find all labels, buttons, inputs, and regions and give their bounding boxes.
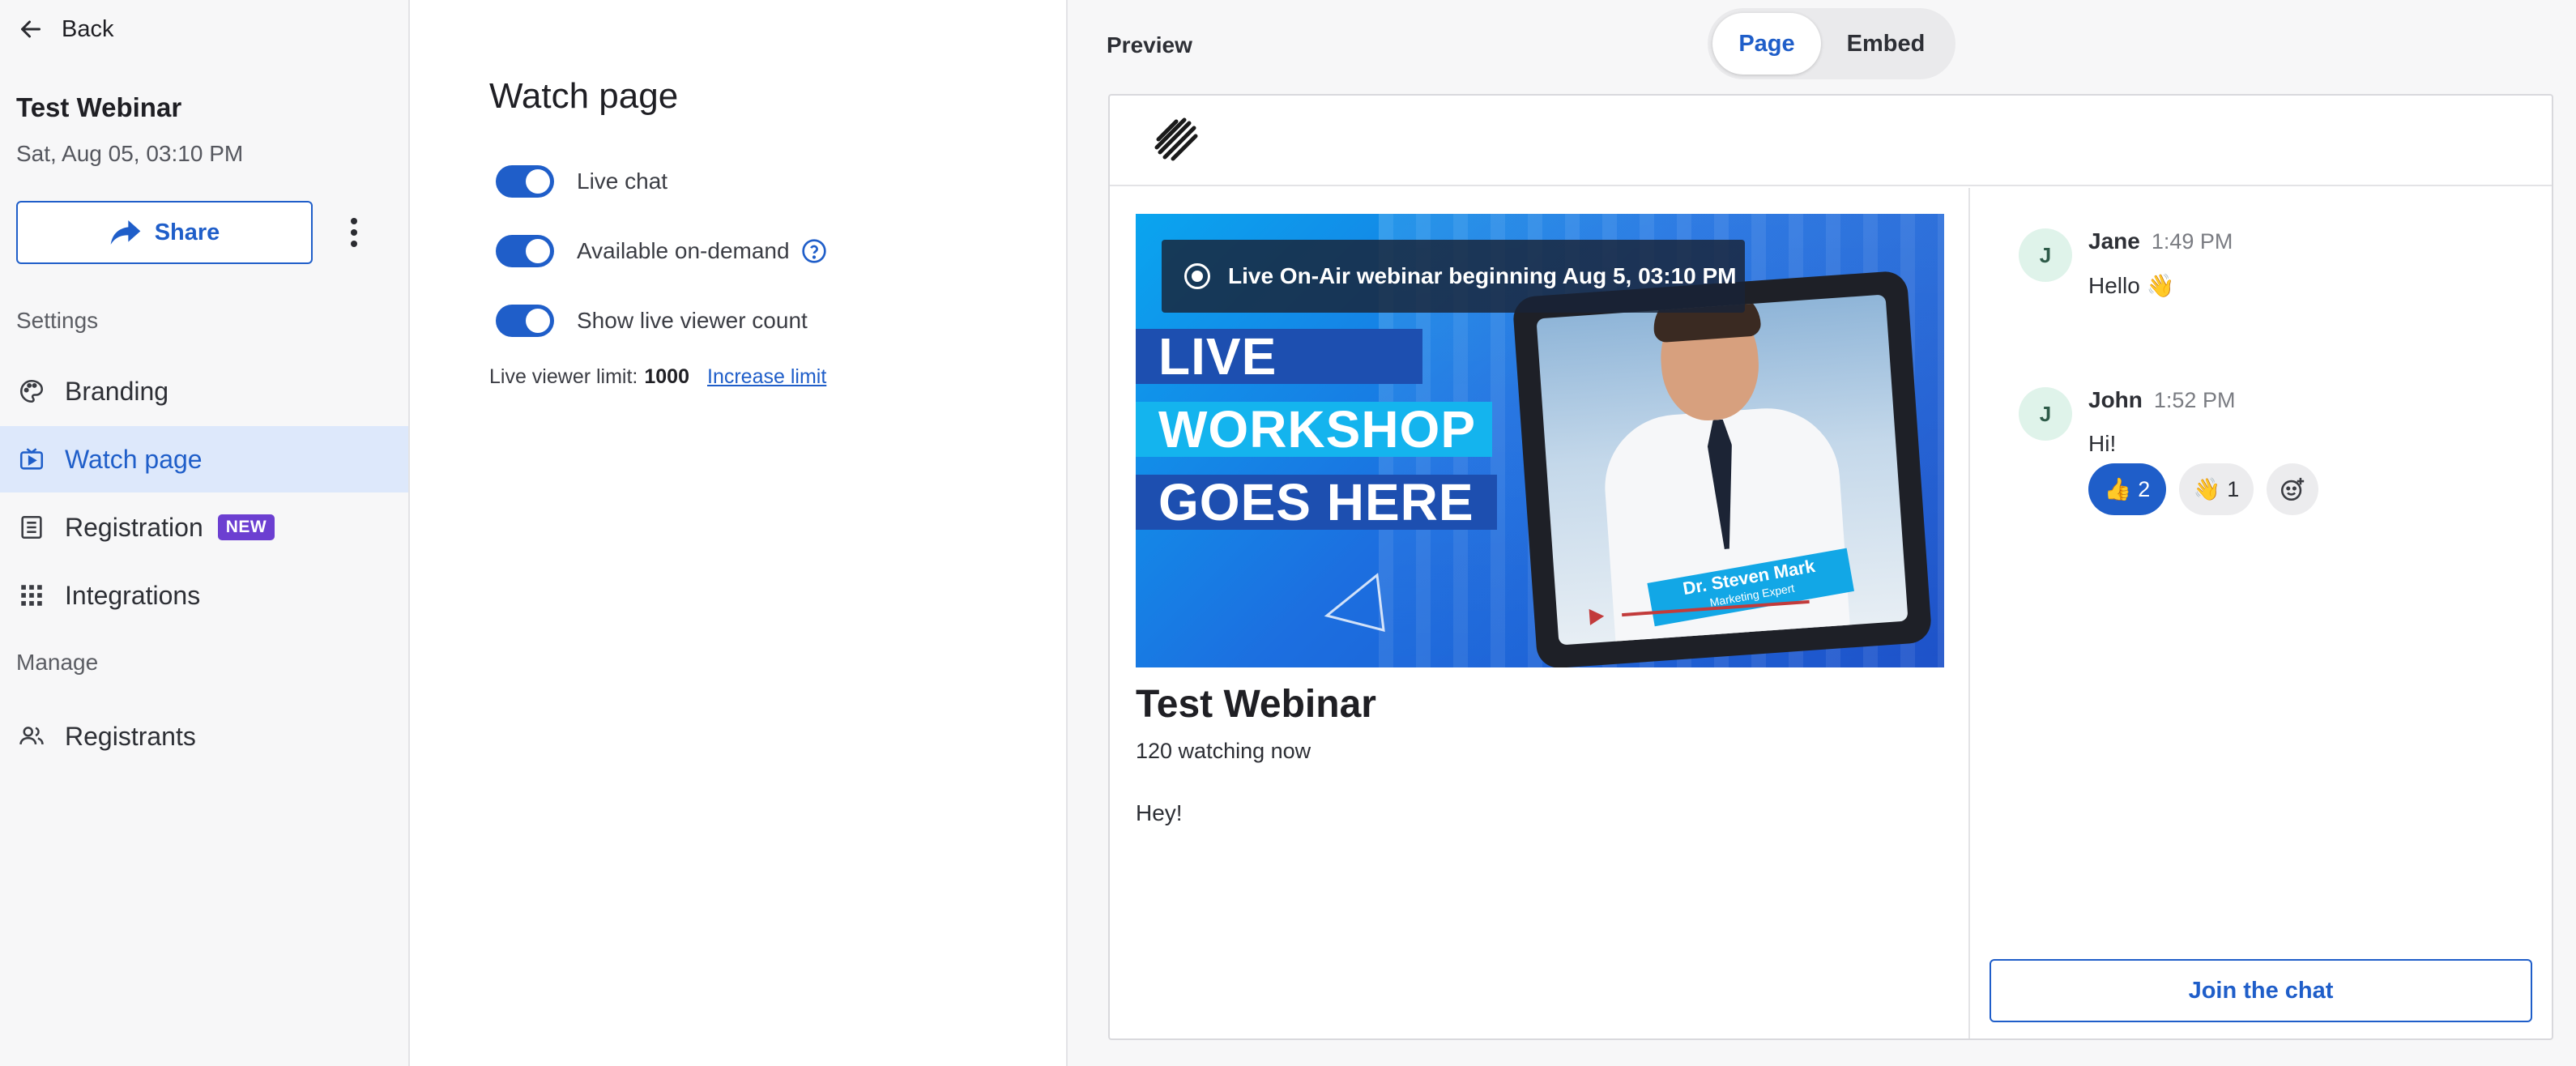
promo-line: WORKSHOP <box>1136 400 1492 458</box>
tab-embed[interactable]: Embed <box>1821 13 1951 75</box>
live-banner-text: Live On-Air webinar beginning Aug 5, 03:… <box>1228 263 1737 288</box>
tab-page[interactable]: Page <box>1712 13 1821 75</box>
live-banner: Live On-Air webinar beginning Aug 5, 03:… <box>1162 240 1745 313</box>
toggle-label: Show live viewer count <box>577 308 808 333</box>
on-demand-setting: Available on-demand <box>496 235 827 267</box>
arrow-left-icon <box>21 20 41 38</box>
thumbs-up-emoji: 👍 <box>2104 477 2132 501</box>
brand-logo-icon <box>1154 117 1198 161</box>
share-arrow-icon <box>110 220 141 245</box>
sidebar-item-watch-page[interactable]: Watch page <box>0 426 408 492</box>
webinar-title: Test Webinar <box>16 92 182 122</box>
message-text: Hello 👋 <box>2088 273 2175 298</box>
sidebar-item-registration[interactable]: Registration NEW <box>0 494 408 561</box>
message-time: 1:52 PM <box>2153 388 2236 412</box>
watch-page-main: LIVE WORKSHOP GOES HERE Dr. Steven Mark … <box>1110 188 1968 1038</box>
live-chat-setting: Live chat <box>496 165 667 198</box>
on-demand-toggle[interactable] <box>496 235 554 267</box>
event-title: Test Webinar <box>1136 683 1376 726</box>
preview-frame: LIVE WORKSHOP GOES HERE Dr. Steven Mark … <box>1108 94 2553 1040</box>
viewer-count-setting: Show live viewer count <box>496 305 808 337</box>
author-name: Jane <box>2088 228 2140 254</box>
new-badge: NEW <box>217 514 275 540</box>
palette-icon <box>19 379 44 403</box>
share-label: Share <box>154 219 220 245</box>
page-title: Watch page <box>489 76 679 116</box>
live-record-icon <box>1184 263 1210 289</box>
more-options-icon[interactable] <box>340 212 368 253</box>
video-player[interactable]: LIVE WORKSHOP GOES HERE Dr. Steven Mark … <box>1136 214 1944 667</box>
sidebar-item-integrations[interactable]: Integrations <box>0 562 408 629</box>
wave-emoji: 👋 <box>2193 477 2221 501</box>
event-description: Hey! <box>1136 800 1183 825</box>
reactions-row: 👍 2 👋 1 <box>2088 463 2318 515</box>
manage-heading: Manage <box>16 650 99 675</box>
sidebar-item-label: Integrations <box>65 580 201 610</box>
reaction-count: 1 <box>2227 476 2240 501</box>
reaction-wave[interactable]: 👋 1 <box>2179 463 2254 515</box>
back-label: Back <box>62 15 114 42</box>
speaker-tablet-image: Dr. Steven Mark Marketing Expert <box>1512 270 1933 667</box>
message-text: Hi! <box>2088 431 2117 456</box>
avatar: J <box>2019 387 2072 441</box>
monitor-play-icon <box>19 448 44 470</box>
preview-title: Preview <box>1107 32 1192 58</box>
share-button[interactable]: Share <box>16 201 313 264</box>
preview-header <box>1110 96 2552 186</box>
preview-mode-switch: Page Embed <box>1708 8 1955 79</box>
viewer-count-toggle[interactable] <box>496 305 554 337</box>
sidebar-item-label: Registrants <box>65 721 196 751</box>
chat-panel: J Jane 1:49 PM Hello 👋 J John 1:52 PM Hi… <box>1968 188 2552 1038</box>
toggle-label: Live chat <box>577 168 668 194</box>
limit-label: Live viewer limit: <box>489 365 638 388</box>
sidebar-item-label: Branding <box>65 376 169 406</box>
people-icon <box>19 727 44 745</box>
live-chat-toggle[interactable] <box>496 165 554 198</box>
message-time: 1:49 PM <box>2151 229 2233 254</box>
promo-line: GOES HERE <box>1136 473 1497 531</box>
sidebar-item-branding[interactable]: Branding <box>0 358 408 424</box>
settings-panel: Watch page Live chat Available on-demand… <box>410 0 1068 1066</box>
preview-area: Preview Page Embed LIVE WORKSHOP GOES HE… <box>1068 0 2576 1066</box>
viewer-limit-row: Live viewer limit: 1000 Increase limit <box>489 365 826 389</box>
help-circle-icon[interactable] <box>801 238 827 264</box>
sidebar: Back Test Webinar Sat, Aug 05, 03:10 PM … <box>0 0 410 1066</box>
viewer-count: 120 watching now <box>1136 739 1311 763</box>
sidebar-item-label: Registration <box>65 512 203 542</box>
avatar: J <box>2019 228 2072 282</box>
join-chat-button[interactable]: Join the chat <box>1990 959 2532 1022</box>
triangle-decoration <box>1324 573 1385 632</box>
promo-line: LIVE <box>1136 327 1422 386</box>
settings-heading: Settings <box>16 308 99 333</box>
webinar-date: Sat, Aug 05, 03:10 PM <box>16 141 244 166</box>
add-emoji-icon <box>2280 477 2305 501</box>
sidebar-item-label: Watch page <box>65 444 203 474</box>
limit-value: 1000 <box>644 365 689 388</box>
back-button[interactable]: Back <box>16 15 113 44</box>
sidebar-item-registrants[interactable]: Registrants <box>0 703 408 770</box>
add-reaction-button[interactable] <box>2267 463 2318 515</box>
toggle-label: Available on-demand <box>577 238 790 263</box>
author-name: John <box>2088 387 2143 412</box>
form-list-icon <box>21 515 42 539</box>
reaction-thumbs-up[interactable]: 👍 2 <box>2088 463 2166 515</box>
grid-dots-icon <box>21 585 42 606</box>
increase-limit-link[interactable]: Increase limit <box>707 365 826 389</box>
reaction-count: 2 <box>2138 476 2151 501</box>
